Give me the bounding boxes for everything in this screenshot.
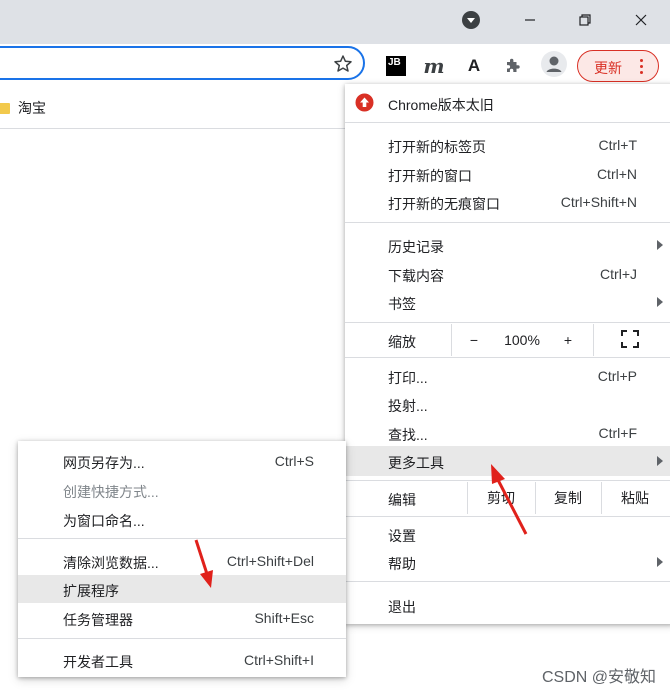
annotation-arrows: [194, 464, 528, 588]
watermark-text: CSDN @安敬知: [541, 669, 656, 686]
annotation-arrow-extensions: [194, 539, 213, 588]
annotation-arrow-more-tools: [491, 464, 528, 535]
